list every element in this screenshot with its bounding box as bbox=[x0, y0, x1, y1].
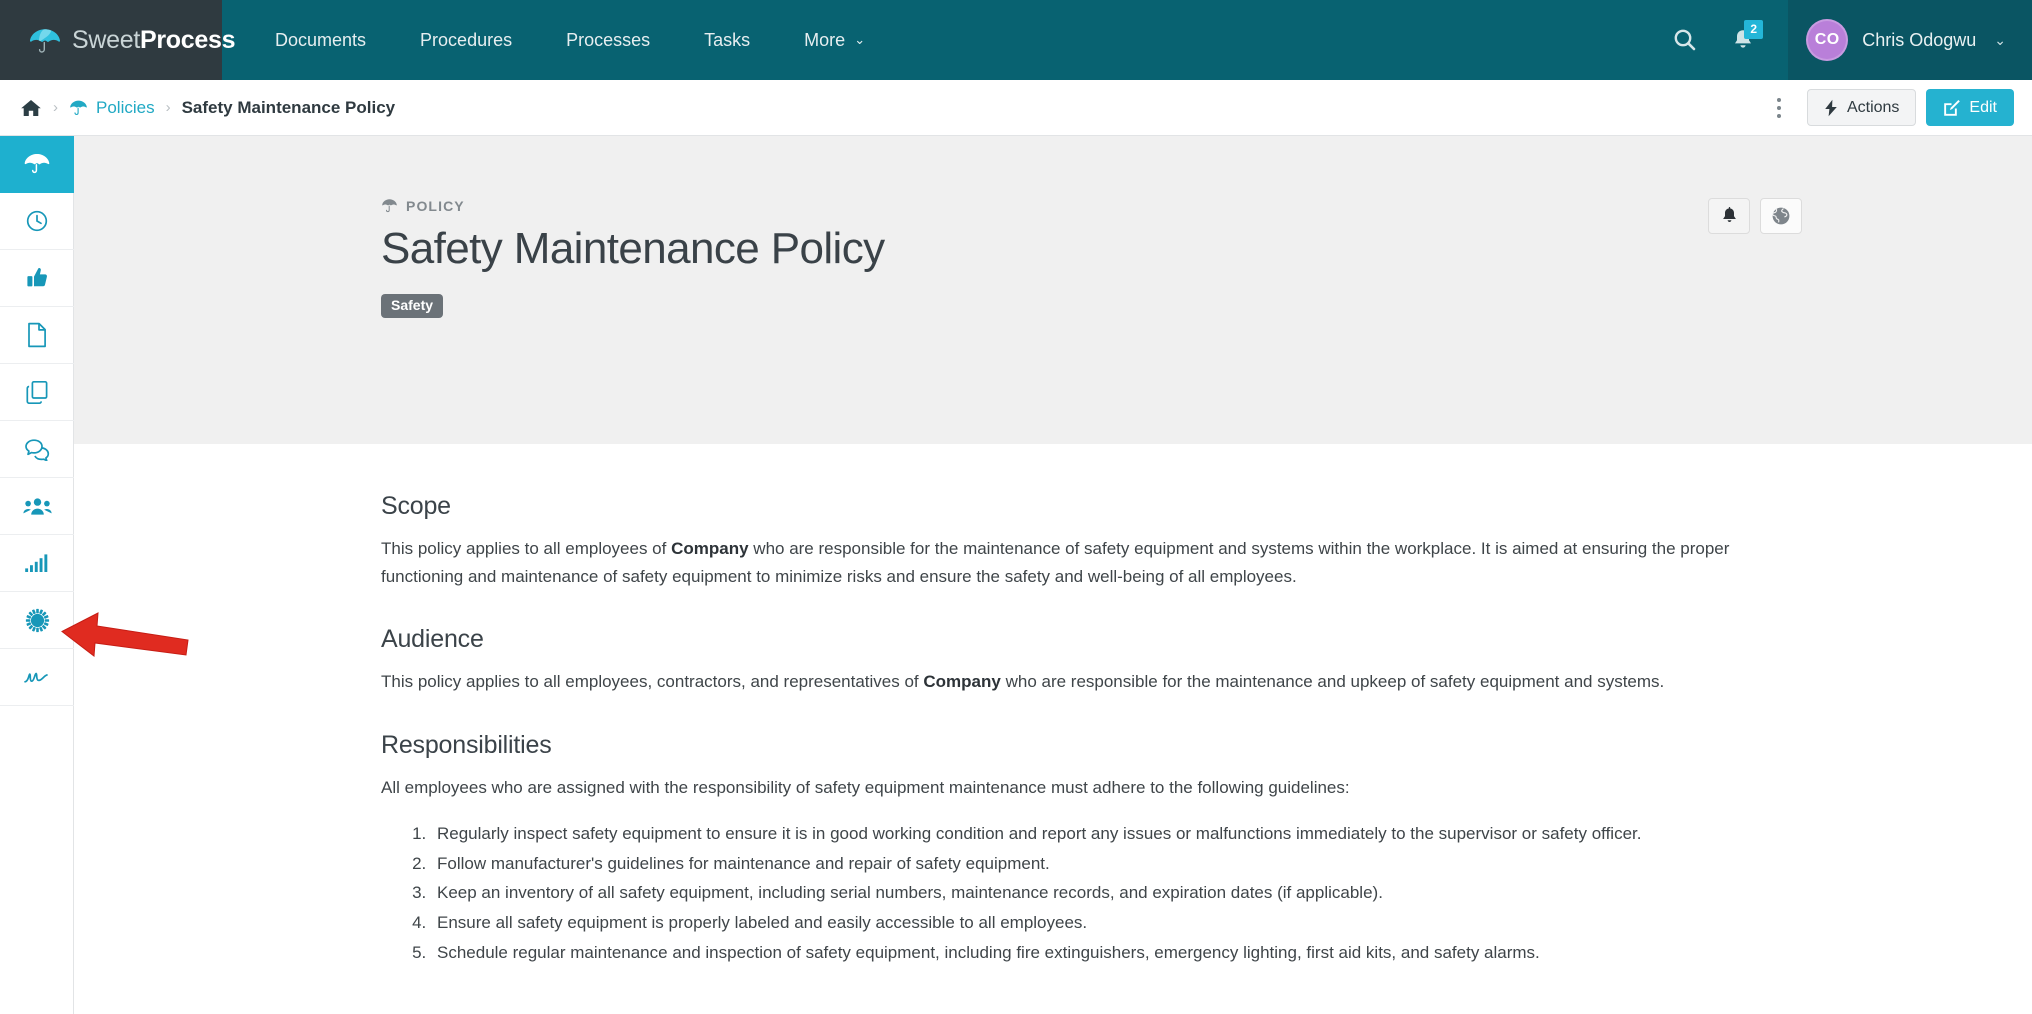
sidebar-item-reports[interactable] bbox=[0, 535, 74, 592]
more-vertical-icon[interactable] bbox=[1763, 91, 1795, 125]
lightning-bolt-icon bbox=[1825, 99, 1837, 116]
list-item: Ensure all safety equipment is properly … bbox=[431, 909, 1802, 937]
subscribe-button[interactable] bbox=[1708, 198, 1750, 234]
responsibilities-intro: All employees who are assigned with the … bbox=[381, 777, 1350, 797]
document-hero-buttons bbox=[1708, 198, 1802, 234]
document-hero: POLICY Safety Maintenance Policy Safety bbox=[74, 136, 2032, 444]
actions-button-label: Actions bbox=[1846, 98, 1900, 116]
pencil-square-icon bbox=[1944, 100, 1961, 116]
list-item: Schedule regular maintenance and inspect… bbox=[431, 939, 1802, 967]
nav-item-processes[interactable]: Processes bbox=[539, 0, 677, 80]
audience-text-after: who are responsible for the maintenance … bbox=[1000, 672, 1665, 692]
brand-name-light: Sweet bbox=[72, 25, 140, 54]
breadcrumb-separator-2: › bbox=[165, 99, 171, 116]
breadcrumb: › Policies › Safety Maintenance Policy bbox=[0, 98, 395, 118]
nav-item-documents[interactable]: Documents bbox=[248, 0, 393, 80]
sidebar-item-approvals[interactable] bbox=[0, 250, 74, 307]
document-tags: Safety bbox=[381, 294, 1802, 319]
breadcrumb-link-policies-label: Policies bbox=[96, 97, 155, 117]
audience-text-bold: Company bbox=[923, 672, 1001, 692]
signature-icon bbox=[24, 672, 48, 683]
top-navigation-bar: SweetProcess Documents Procedures Proces… bbox=[0, 0, 2032, 80]
clock-icon bbox=[26, 210, 48, 232]
umbrella-icon bbox=[24, 154, 50, 174]
bell-icon bbox=[1722, 206, 1736, 222]
kebab-dot-3 bbox=[1776, 113, 1781, 118]
app-root: SweetProcess Documents Procedures Proces… bbox=[0, 0, 2032, 1014]
nav-item-more-label: More bbox=[804, 30, 846, 50]
chevron-down-icon: ⌄ bbox=[1994, 31, 2006, 48]
nav-item-procedures[interactable]: Procedures bbox=[393, 0, 539, 80]
list-item: Follow manufacturer's guidelines for mai… bbox=[431, 850, 1802, 878]
nav-right-cluster: 2 CO Chris Odogwu ⌄ bbox=[1656, 0, 2032, 80]
kebab-dot-1 bbox=[1776, 97, 1781, 102]
section-paragraph-scope: This policy applies to all employees of … bbox=[381, 535, 1802, 591]
breadcrumb-current-page: Safety Maintenance Policy bbox=[181, 97, 396, 117]
breadcrumb-bar: › Policies › Safety Maintenance Policy A… bbox=[0, 80, 2032, 136]
sidebar-item-signature[interactable] bbox=[0, 649, 74, 706]
nav-item-tasks[interactable]: Tasks bbox=[677, 0, 777, 80]
search-icon bbox=[1674, 29, 1696, 51]
nav-item-more[interactable]: More ⌄ bbox=[777, 0, 892, 80]
chevron-down-icon: ⌄ bbox=[854, 32, 866, 47]
primary-nav-items: Documents Procedures Processes Tasks Mor… bbox=[222, 0, 892, 80]
sidebar-item-policies[interactable] bbox=[0, 136, 74, 193]
left-sidebar bbox=[0, 136, 74, 1014]
actions-button[interactable]: Actions bbox=[1806, 89, 1917, 126]
document-hero-inner: POLICY Safety Maintenance Policy Safety bbox=[74, 198, 2032, 319]
page-title: Safety Maintenance Policy bbox=[381, 224, 885, 273]
responsibilities-list: Regularly inspect safety equipment to en… bbox=[381, 820, 1802, 967]
chat-bubbles-icon bbox=[24, 438, 49, 461]
document-kicker-label: POLICY bbox=[406, 198, 465, 214]
breadcrumb-separator: › bbox=[53, 99, 58, 116]
document-kicker: POLICY bbox=[381, 198, 1802, 214]
main-content: POLICY Safety Maintenance Policy Safety … bbox=[74, 136, 2032, 1014]
umbrella-logo-icon bbox=[29, 29, 61, 53]
users-icon bbox=[22, 497, 52, 515]
breadcrumb-link-policies[interactable]: Policies bbox=[69, 98, 155, 118]
user-menu[interactable]: CO Chris Odogwu ⌄ bbox=[1788, 0, 2032, 80]
audience-text-before: This policy applies to all employees, co… bbox=[381, 672, 924, 692]
tag-safety[interactable]: Safety bbox=[381, 294, 444, 319]
sidebar-item-duplicates[interactable] bbox=[0, 364, 74, 421]
avatar: CO bbox=[1806, 19, 1849, 61]
document-icon bbox=[28, 322, 46, 348]
user-name: Chris Odogwu bbox=[1862, 29, 1977, 50]
scope-text-before: This policy applies to all employees of bbox=[381, 539, 672, 558]
breadcrumb-home-link[interactable] bbox=[20, 98, 42, 118]
section-heading-audience: Audience bbox=[381, 625, 484, 654]
section-paragraph-audience: This policy applies to all employees, co… bbox=[381, 668, 1802, 696]
umbrella-icon bbox=[382, 199, 397, 213]
sidebar-item-documents[interactable] bbox=[0, 307, 74, 364]
sidebar-item-recent[interactable] bbox=[0, 193, 74, 250]
notifications-badge: 2 bbox=[1744, 20, 1764, 39]
bar-chart-icon bbox=[25, 554, 48, 572]
section-heading-responsibilities: Responsibilities bbox=[381, 730, 552, 759]
edit-button-label: Edit bbox=[1969, 98, 1997, 116]
list-item: Keep an inventory of all safety equipmen… bbox=[431, 879, 1802, 907]
document-body: Scope This policy applies to all employe… bbox=[74, 444, 2032, 966]
search-button[interactable] bbox=[1656, 0, 1714, 80]
notifications-button[interactable]: 2 bbox=[1714, 0, 1772, 80]
kebab-dot-2 bbox=[1776, 105, 1781, 110]
edit-button[interactable]: Edit bbox=[1926, 89, 2014, 126]
home-icon bbox=[21, 99, 41, 116]
sidebar-item-settings[interactable] bbox=[0, 592, 74, 649]
brand-logo-area[interactable]: SweetProcess bbox=[0, 0, 235, 80]
thumbs-up-icon bbox=[26, 267, 47, 286]
globe-icon bbox=[1772, 207, 1790, 225]
brand-name-bold: Process bbox=[139, 25, 236, 54]
breadcrumb-action-cluster: Actions Edit bbox=[1763, 89, 2032, 126]
gear-sunburst-icon bbox=[25, 608, 49, 632]
visibility-button[interactable] bbox=[1760, 198, 1802, 234]
brand-name: SweetProcess bbox=[72, 25, 236, 54]
scope-text-bold: Company bbox=[671, 539, 749, 558]
copy-icon bbox=[26, 380, 48, 404]
section-heading-scope: Scope bbox=[381, 492, 451, 520]
sidebar-item-comments[interactable] bbox=[0, 421, 74, 478]
list-item: Regularly inspect safety equipment to en… bbox=[431, 820, 1802, 848]
sidebar-item-teams[interactable] bbox=[0, 478, 74, 535]
umbrella-icon bbox=[69, 99, 88, 117]
